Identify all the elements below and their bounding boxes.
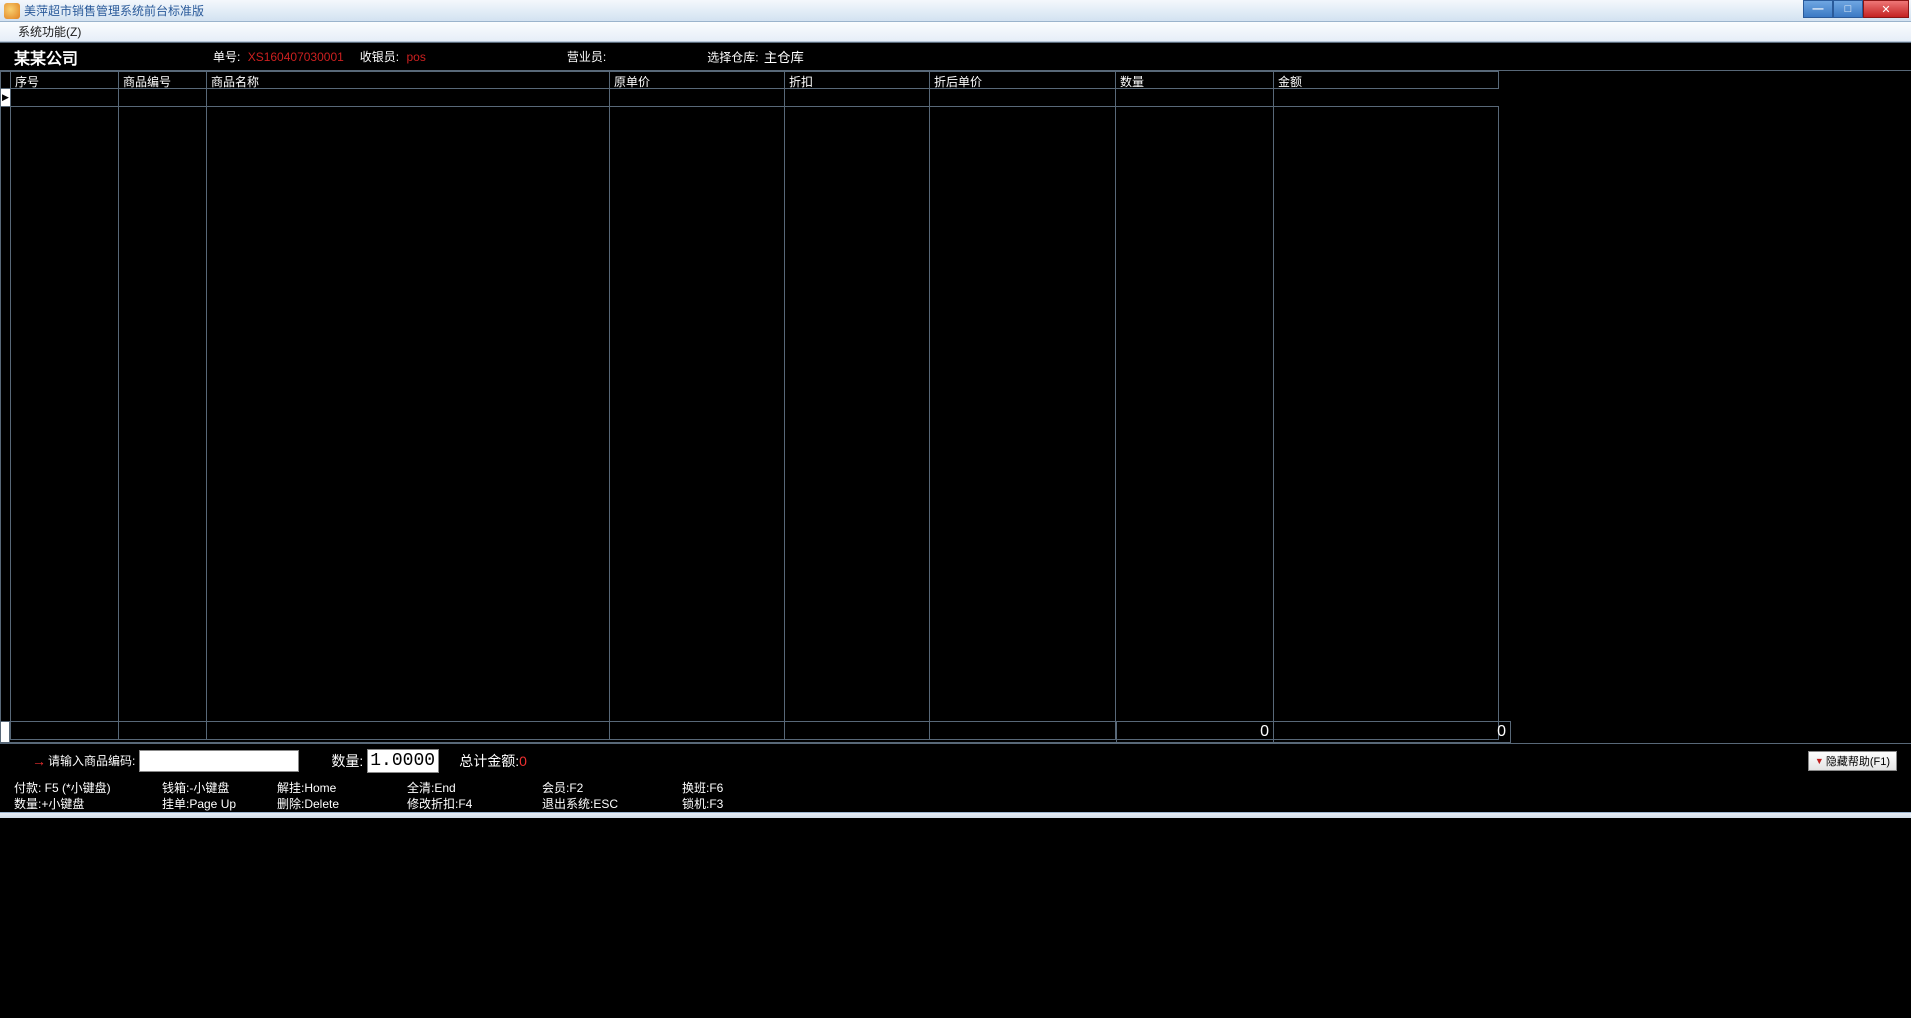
sc-unhold: 解挂:Home [277,779,407,796]
code-prompt: 请输入商品编码: [48,752,135,769]
qty-label: 数量: [331,751,363,771]
total-amount: 0 [1274,721,1511,743]
quantity-input[interactable] [367,749,439,773]
col-discprice: 折后单价 [929,71,1115,89]
sc-pay: 付款: F5 (*小键盘) [14,779,162,796]
total-label: 总计金额: [459,751,519,771]
warehouse-select[interactable] [764,47,844,65]
salesperson: 营业员: [567,48,606,65]
sc-hold: 挂单:Page Up [162,795,277,812]
info-strip: 某某公司 单号: XS160407030001 收银员: pos 营业员: 选择… [0,42,1911,70]
col-qty: 数量 [1115,71,1273,89]
sc-lock: 锁机:F3 [682,795,812,812]
arrow-icon: → [32,753,46,769]
table-header: 序号 商品编号 商品名称 原单价 折扣 折后单价 数量 金额 [0,71,1911,89]
sc-qty: 数量:+小键盘 [14,795,162,812]
close-button[interactable] [1863,0,1909,18]
col-code: 商品编号 [118,71,206,89]
col-seq: 序号 [10,71,118,89]
sc-discount: 修改折扣:F4 [407,795,542,812]
cashier: 收银员: pos [360,48,426,65]
status-bar [0,812,1911,818]
company-name: 某某公司 [14,45,78,69]
input-bar: → 请输入商品编码: 数量: 总计金额: 0 隐藏帮助(F1) [0,743,1911,777]
col-origprice: 原单价 [609,71,784,89]
col-selector [0,71,10,89]
sc-exit: 退出系统:ESC [542,795,682,812]
table-active-row[interactable] [0,89,1911,107]
col-discount: 折扣 [784,71,929,89]
total-qty: 0 [1117,721,1274,743]
row-indicator-icon [0,89,10,107]
sc-clear: 全清:End [407,779,542,796]
sc-shift: 换班:F6 [682,779,812,796]
menu-system[interactable]: 系统功能(Z) [18,23,81,40]
product-code-input[interactable] [139,750,299,772]
sc-drawer: 钱箱:-小键盘 [162,779,277,796]
shortcuts-panel: 付款: F5 (*小键盘) 钱箱:-小键盘 解挂:Home 全清:End 会员:… [0,777,1911,812]
title-bar: 美萍超市销售管理系统前台标准版 [0,0,1911,22]
sc-delete: 删除:Delete [277,795,407,812]
order-number: 单号: XS160407030001 [213,48,344,65]
sc-member: 会员:F2 [542,779,682,796]
maximize-button[interactable] [1833,0,1863,18]
app-icon [4,3,20,19]
window-controls [1803,0,1909,18]
window-title: 美萍超市销售管理系统前台标准版 [24,2,204,19]
table-body [0,107,1911,740]
items-table: 序号 商品编号 商品名称 原单价 折扣 折后单价 数量 金额 [0,70,1911,721]
totals-row: 0 0 [0,721,1911,743]
warehouse: 选择仓库: [707,47,844,66]
hide-help-button[interactable]: 隐藏帮助(F1) [1808,751,1897,771]
minimize-button[interactable] [1803,0,1833,18]
menu-bar: 系统功能(Z) [0,22,1911,42]
total-value: 0 [519,753,527,769]
col-amount: 金额 [1273,71,1499,89]
col-name: 商品名称 [206,71,609,89]
